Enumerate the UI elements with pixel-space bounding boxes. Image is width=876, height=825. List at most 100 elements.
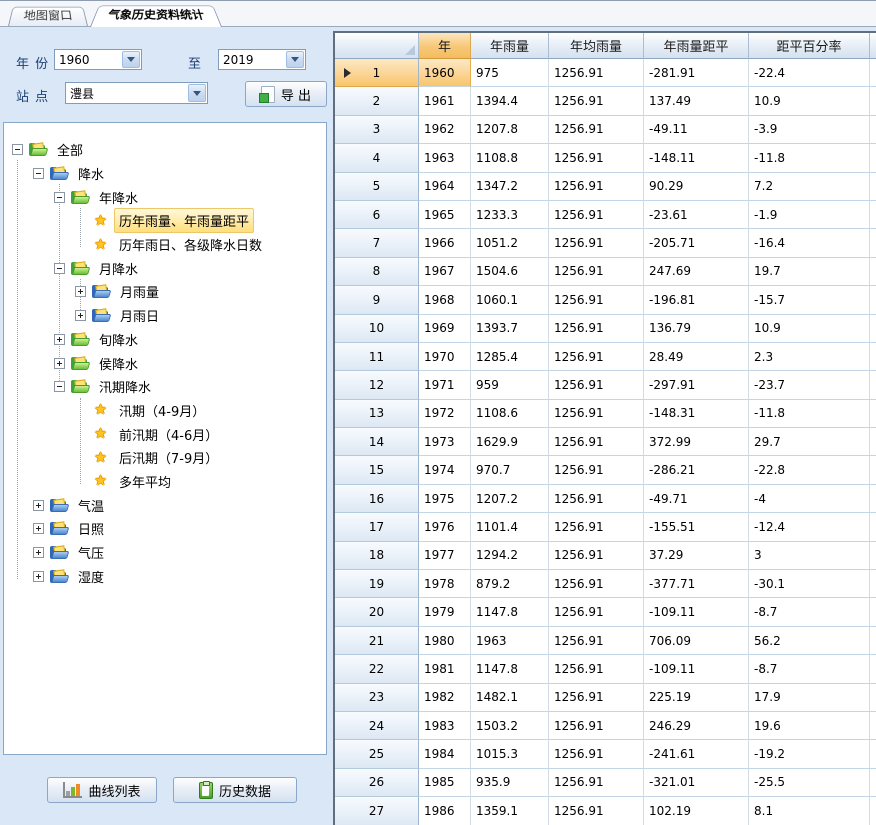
table-cell[interactable]: 1256.91 [549,315,644,343]
row-header[interactable]: 7 [335,229,419,257]
table-cell[interactable]: -286.21 [644,456,749,484]
table-cell[interactable]: -109.11 [644,655,749,683]
table-cell[interactable]: 1256.91 [549,513,644,541]
tree-item[interactable]: 年降水 [4,185,326,209]
row-header[interactable]: 5 [335,173,419,201]
table-cell[interactable]: -377.71 [644,570,749,598]
end-year-combobox[interactable]: 2019 [218,49,306,70]
tree-item-label[interactable]: 旬降水 [94,327,143,352]
table-cell[interactable]: 1256.91 [549,712,644,740]
tree-item-label[interactable]: 降水 [73,161,109,186]
expand-plus-icon[interactable] [75,286,86,297]
row-header[interactable]: 23 [335,684,419,712]
table-cell[interactable]: 1973 [419,428,471,456]
history-data-button[interactable]: 历史数据 [173,777,297,803]
table-cell[interactable]: 1976 [419,513,471,541]
table-cell[interactable]: 1147.8 [471,655,549,683]
collapse-minus-icon[interactable] [54,381,65,392]
table-cell[interactable]: 102.19 [644,797,749,825]
table-cell[interactable]: 1359.1 [471,797,549,825]
table-cell[interactable]: 1256.91 [549,173,644,201]
tree-item-label[interactable]: 日照 [73,516,109,541]
column-header[interactable]: 年 [419,33,471,59]
table-cell[interactable]: -11.8 [749,400,870,428]
collapse-minus-icon[interactable] [33,168,44,179]
table-cell[interactable]: 1256.91 [549,371,644,399]
table-cell[interactable]: 1986 [419,797,471,825]
row-header[interactable]: 20 [335,598,419,626]
table-cell[interactable]: 1256.91 [549,343,644,371]
table-cell[interactable]: 19.7 [749,258,870,286]
tree-item-label[interactable]: 前汛期（4-6月） [114,422,223,447]
table-cell[interactable]: 1207.2 [471,485,549,513]
tree-item-label[interactable]: 湿度 [73,564,109,589]
table-cell[interactable]: 1482.1 [471,684,549,712]
table-cell[interactable]: 10.9 [749,87,870,115]
table-cell[interactable]: -1.9 [749,201,870,229]
expand-plus-icon[interactable] [54,334,65,345]
tree-item[interactable]: 月雨日 [4,304,326,328]
row-header[interactable]: 18 [335,542,419,570]
table-cell[interactable]: 1256.91 [549,428,644,456]
table-cell[interactable]: -8.7 [749,655,870,683]
table-cell[interactable]: 28.49 [644,343,749,371]
tree-item-label[interactable]: 月降水 [94,256,143,281]
table-cell[interactable]: 1978 [419,570,471,598]
tree-item[interactable]: 汛期降水 [4,375,326,399]
tree-item[interactable]: ★汛期（4-9月） [4,399,326,423]
table-cell[interactable]: 1984 [419,740,471,768]
table-cell[interactable]: 970.7 [471,456,549,484]
table-cell[interactable]: 225.19 [644,684,749,712]
row-header[interactable]: 9 [335,286,419,314]
table-cell[interactable]: 17.9 [749,684,870,712]
table-cell[interactable]: 1256.91 [549,542,644,570]
row-header[interactable]: 21 [335,627,419,655]
row-header[interactable]: 1 [335,59,419,87]
table-cell[interactable]: -109.11 [644,598,749,626]
row-header[interactable]: 8 [335,258,419,286]
row-header[interactable]: 16 [335,485,419,513]
table-cell[interactable]: 1015.3 [471,740,549,768]
table-cell[interactable]: 1967 [419,258,471,286]
table-cell[interactable]: -49.11 [644,116,749,144]
table-cell[interactable]: 1101.4 [471,513,549,541]
tree-item-label[interactable]: 多年平均 [114,469,176,494]
row-header[interactable]: 11 [335,343,419,371]
table-cell[interactable]: 8.1 [749,797,870,825]
table-cell[interactable]: -148.31 [644,400,749,428]
expand-plus-icon[interactable] [33,571,44,582]
row-header[interactable]: 27 [335,797,419,825]
tree-item[interactable]: ★后汛期（7-9月） [4,446,326,470]
chevron-down-icon[interactable] [188,84,206,102]
table-cell[interactable]: 1964 [419,173,471,201]
tree-item[interactable]: 湿度 [4,564,326,588]
chevron-down-icon[interactable] [286,51,304,68]
tree-item[interactable]: ★历年雨量、年雨量距平 [4,209,326,233]
tree-item[interactable]: 气温 [4,493,326,517]
table-cell[interactable]: -23.61 [644,201,749,229]
row-header[interactable]: 3 [335,116,419,144]
table-cell[interactable]: 1971 [419,371,471,399]
table-cell[interactable]: -12.4 [749,513,870,541]
table-cell[interactable]: 1256.91 [549,570,644,598]
table-cell[interactable]: -25.5 [749,769,870,797]
row-header[interactable]: 13 [335,400,419,428]
tree-item-label[interactable]: 汛期降水 [94,374,156,399]
table-cell[interactable]: 1972 [419,400,471,428]
table-cell[interactable]: -3.9 [749,116,870,144]
collapse-minus-icon[interactable] [12,144,23,155]
table-cell[interactable]: 1294.2 [471,542,549,570]
table-cell[interactable]: 1966 [419,229,471,257]
row-header[interactable]: 25 [335,740,419,768]
tree-item[interactable]: 降水 [4,162,326,186]
table-cell[interactable]: 1963 [419,144,471,172]
table-cell[interactable]: 1969 [419,315,471,343]
tree-item[interactable]: 气压 [4,541,326,565]
row-header[interactable]: 15 [335,456,419,484]
table-cell[interactable]: -4 [749,485,870,513]
export-button[interactable]: 导 出 [245,81,327,107]
table-cell[interactable]: 1256.91 [549,229,644,257]
table-cell[interactable]: 1256.91 [549,116,644,144]
table-cell[interactable]: 19.6 [749,712,870,740]
table-cell[interactable]: 975 [471,59,549,87]
